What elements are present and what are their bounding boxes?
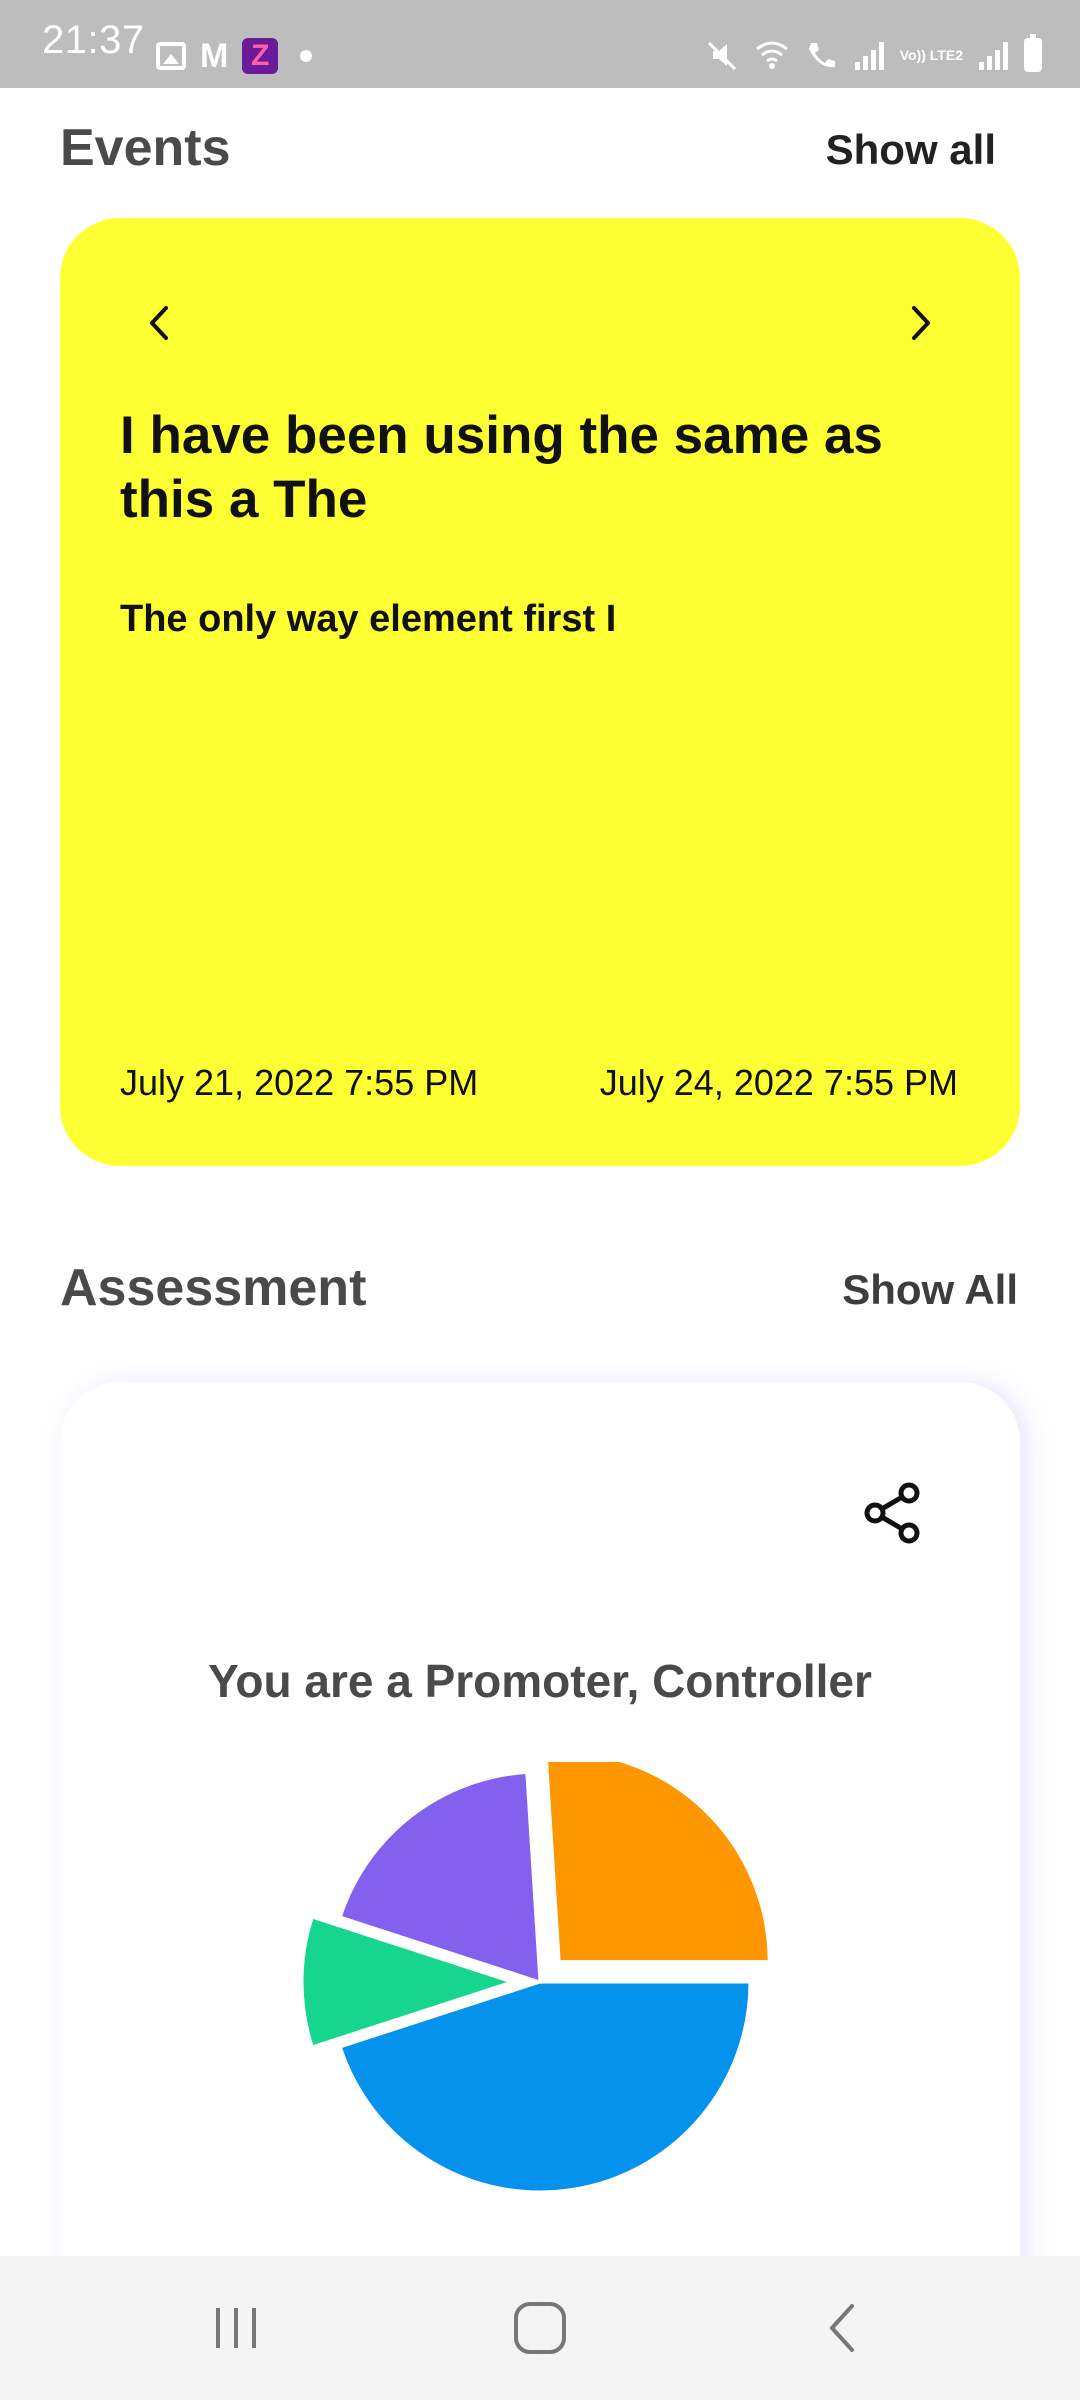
status-notification-icons: M Z — [156, 37, 313, 75]
mute-icon — [707, 41, 736, 71]
chevron-right-icon[interactable] — [894, 296, 948, 350]
pie-slice-4 — [545, 1762, 771, 1964]
volte-lte-label: Vo)) LTE2 — [899, 47, 963, 63]
status-bar: 21:37 M Z Vo)) LTE2 — [0, 0, 1080, 88]
share-icon[interactable] — [860, 1480, 924, 1546]
status-system-icons: Vo)) LTE2 — [705, 34, 1042, 72]
gmail-icon: M — [200, 37, 229, 75]
back-icon[interactable] — [812, 2296, 876, 2360]
assessment-card: You are a Promoter, Controller — [60, 1382, 1020, 2400]
home-icon[interactable] — [508, 2296, 572, 2360]
pie-chart — [300, 1762, 771, 2194]
event-card[interactable]: I have been using the same as this a The… — [60, 218, 1020, 1166]
events-show-all-link[interactable]: Show all — [826, 126, 996, 174]
event-end-date: July 24, 2022 7:55 PM — [599, 1062, 958, 1103]
recent-apps-icon[interactable] — [204, 2296, 268, 2360]
chevron-left-icon[interactable] — [132, 296, 186, 350]
zee5-icon: Z — [242, 38, 279, 74]
assessment-result: You are a Promoter, Controller — [208, 1655, 872, 1707]
gallery-icon — [156, 42, 186, 70]
signal-icon — [854, 40, 884, 70]
volte-call-icon — [808, 43, 835, 68]
event-start-date: July 21, 2022 7:55 PM — [120, 1062, 479, 1103]
event-title: I have been using the same as this a The — [120, 406, 883, 529]
event-description: The only way element first I — [120, 598, 617, 640]
wifi-icon — [755, 41, 788, 69]
assessment-section-title: Assessment — [60, 1259, 367, 1317]
system-nav-bar — [0, 2256, 1080, 2400]
signal-icon — [979, 40, 1008, 70]
assessment-show-all-link[interactable]: Show All — [842, 1266, 1018, 1314]
events-section-title: Events — [60, 119, 231, 177]
status-time: 21:37 — [42, 18, 145, 62]
battery-icon — [1024, 34, 1042, 72]
notification-dot-icon — [300, 50, 313, 62]
